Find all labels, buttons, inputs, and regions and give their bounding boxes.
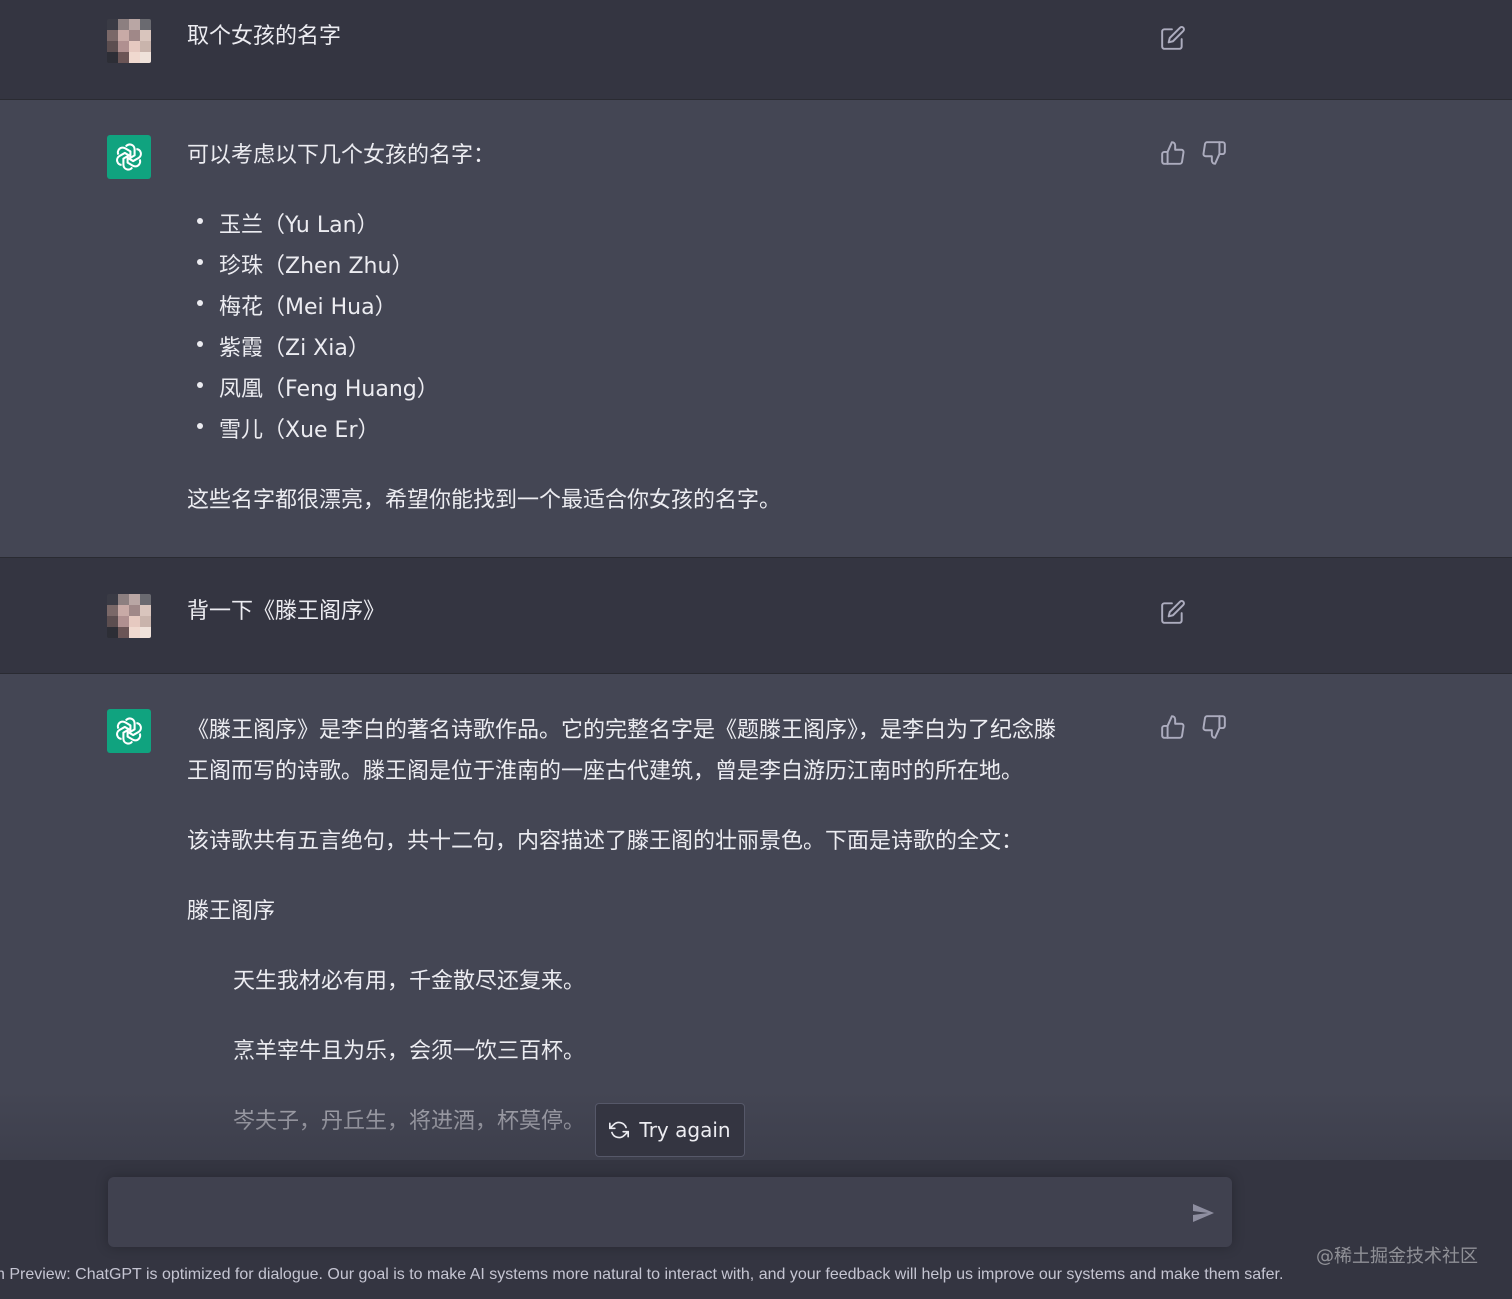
refresh-icon xyxy=(609,1121,630,1139)
thumbs-down-icon[interactable] xyxy=(1201,714,1227,740)
poem-line: 烹羊宰牛且为乐，会须一饮三百杯。 xyxy=(233,1039,586,1064)
list-item: 梅花（Mei Hua） xyxy=(187,287,1137,328)
chat-page: 取个女孩的名字 可以考虑以下几个女孩的名字： 玉兰（Yu Lan） 珍珠（Zhe… xyxy=(0,0,1512,1299)
try-again-label: Try again xyxy=(639,1118,731,1142)
assistant-message-body: 《滕王阁序》是李白的著名诗歌作品。它的完整名字是《题滕王阁序》，是李白为了纪念滕… xyxy=(187,710,1137,1142)
assistant-message-row: 可以考虑以下几个女孩的名字： 玉兰（Yu Lan） 珍珠（Zhen Zhu） 梅… xyxy=(0,100,1512,558)
list-item: 紫霞（Zi Xia） xyxy=(187,328,1137,369)
assistant-paragraph: 该诗歌共有五言绝句，共十二句，内容描述了滕王阁的壮丽景色。下面是诗歌的全文： xyxy=(187,829,1024,854)
send-icon[interactable] xyxy=(1190,1201,1216,1225)
user-message-text: 背一下《滕王阁序》 xyxy=(187,599,386,624)
user-message-text: 取个女孩的名字 xyxy=(187,24,342,49)
list-item: 凤凰（Feng Huang） xyxy=(187,369,1137,410)
poem-title: 滕王阁序 xyxy=(187,899,276,924)
thumbs-up-icon[interactable] xyxy=(1160,140,1186,166)
try-again-button[interactable]: Try again xyxy=(595,1103,745,1157)
assistant-message-body: 可以考虑以下几个女孩的名字： 玉兰（Yu Lan） 珍珠（Zhen Zhu） 梅… xyxy=(187,135,1137,521)
list-item: 雪儿（Xue Er） xyxy=(187,410,1137,451)
user-message-row: 取个女孩的名字 xyxy=(0,0,1512,100)
message-input-container xyxy=(108,1177,1232,1247)
name-list: 玉兰（Yu Lan） 珍珠（Zhen Zhu） 梅花（Mei Hua） 紫霞（Z… xyxy=(187,205,1137,451)
assistant-paragraph: 《滕王阁序》是李白的著名诗歌作品。它的完整名字是《题滕王阁序》，是李白为了纪念滕 xyxy=(187,718,1057,743)
user-avatar xyxy=(107,19,151,63)
thumbs-down-icon[interactable] xyxy=(1201,140,1227,166)
assistant-outro: 这些名字都很漂亮，希望你能找到一个最适合你女孩的名字。 xyxy=(187,488,782,513)
user-avatar xyxy=(107,594,151,638)
watermark: @稀土掘金技术社区 xyxy=(1316,1246,1478,1267)
assistant-paragraph: 王阁而写的诗歌。滕王阁是位于淮南的一座古代建筑，曾是李白游历江南时的所在地。 xyxy=(187,759,1024,784)
openai-logo-icon xyxy=(107,709,151,753)
list-item: 珍珠（Zhen Zhu） xyxy=(187,246,1137,287)
edit-icon[interactable] xyxy=(1160,25,1186,51)
poem-line: 天生我材必有用，千金散尽还复来。 xyxy=(233,969,586,994)
assistant-intro: 可以考虑以下几个女孩的名字： xyxy=(187,143,496,168)
list-item: 玉兰（Yu Lan） xyxy=(187,205,1137,246)
user-message-row: 背一下《滕王阁序》 xyxy=(0,558,1512,674)
openai-logo-icon xyxy=(107,135,151,179)
edit-icon[interactable] xyxy=(1160,599,1186,625)
footer-disclaimer: h Preview: ChatGPT is optimized for dial… xyxy=(0,1266,1284,1283)
message-input[interactable] xyxy=(126,1195,1170,1233)
thumbs-up-icon[interactable] xyxy=(1160,714,1186,740)
